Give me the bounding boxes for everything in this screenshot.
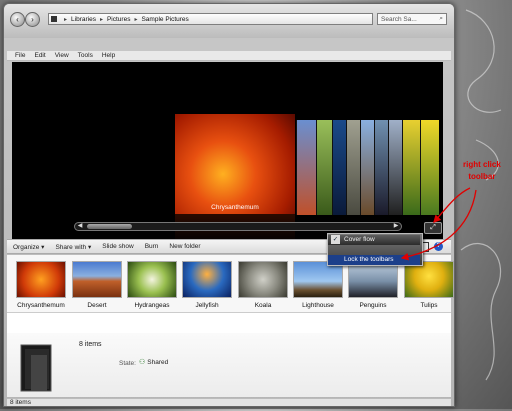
status-bar: 8 items [7, 398, 451, 406]
cover-jellyfish[interactable] [332, 120, 347, 215]
file-item[interactable]: Chrysanthemum [16, 261, 66, 309]
file-item[interactable]: Koala [238, 261, 288, 309]
state-text: Shared [147, 358, 169, 366]
search-placeholder: Search Sa... [381, 15, 417, 23]
file-name: Lighthouse [302, 302, 334, 309]
thumbnail-image [127, 261, 177, 298]
file-item[interactable]: Hydrangeas [127, 261, 177, 309]
explorer-window: ‹ › ▸ Libraries ▸ Pictures ▸ Sample Pict… [3, 3, 455, 407]
check-icon: ✓ [331, 235, 340, 244]
item-count: 8 items [79, 341, 102, 348]
menu-item-cover-flow[interactable]: ✓ Cover flow [328, 235, 420, 245]
share-with-button[interactable]: Share with ▾ [55, 243, 91, 251]
file-name: Desert [87, 302, 107, 309]
cover-tulips[interactable] [402, 120, 421, 215]
breadcrumb-chevron-icon: ▸ [64, 16, 68, 23]
annotation-line-1: right click [463, 160, 501, 169]
menu-item-blank[interactable] [328, 245, 420, 255]
breadcrumb-libraries[interactable]: Libraries [71, 16, 96, 23]
decorative-swirls [456, 0, 512, 409]
thumbnail-image [404, 261, 454, 298]
thumbnail-image [348, 261, 398, 298]
share-label: Share with [55, 243, 87, 251]
new-folder-button[interactable]: New folder [169, 243, 200, 250]
forward-button[interactable]: › [25, 12, 40, 27]
scroll-left-icon[interactable]: ◀ [76, 223, 84, 230]
file-name: Chrysanthemum [17, 302, 65, 309]
cover-flow-scrollbar[interactable]: ◀ ▶ [74, 222, 402, 231]
state-label: State: [119, 360, 136, 367]
cover-penguins[interactable] [374, 120, 389, 215]
breadcrumb-pictures[interactable]: Pictures [107, 16, 130, 23]
annotation-text: right click toolbar [463, 159, 501, 183]
file-name: Jellyfish [195, 302, 219, 309]
file-item[interactable]: Desert [72, 261, 122, 309]
file-name: Penguins [359, 302, 387, 309]
breadcrumb-chevron-icon: ▸ [99, 16, 103, 23]
file-name: Tulips [420, 302, 438, 309]
file-item[interactable]: Penguins [348, 261, 398, 309]
shared-icon: ⚇ [139, 359, 146, 366]
thumbnail-image [16, 261, 66, 298]
menu-edit[interactable]: Edit [34, 52, 45, 59]
cover-tulips-2[interactable] [420, 120, 439, 215]
file-item[interactable]: Lighthouse [293, 261, 343, 309]
cover-caption: Chrysanthemum [211, 204, 259, 211]
address-bar[interactable]: ▸ Libraries ▸ Pictures ▸ Sample Pictures [48, 13, 373, 25]
menu-item-lock-toolbars[interactable]: Lock the toolbars [328, 255, 420, 265]
menu-tools[interactable]: Tools [78, 52, 93, 59]
slide-show-button[interactable]: Slide show [102, 243, 133, 250]
annotation-line-2: toolbar [468, 172, 496, 181]
cover-koala[interactable] [346, 120, 361, 215]
cover-main-image[interactable] [175, 114, 295, 214]
burn-button[interactable]: Burn [145, 243, 159, 250]
file-name: Hydrangeas [134, 302, 170, 309]
thumbnail-image [293, 261, 343, 298]
cover-penguins-2[interactable] [388, 120, 403, 215]
menu-help[interactable]: Help [102, 52, 115, 59]
context-menu: ✓ Cover flow Lock the toolbars [327, 233, 423, 266]
breadcrumb-sample-pictures[interactable]: Sample Pictures [141, 16, 188, 23]
menu-item-label: Cover flow [344, 236, 375, 243]
cover-desert[interactable] [296, 120, 317, 215]
search-icon: ⌕ [439, 15, 443, 22]
menu-file[interactable]: File [15, 52, 25, 59]
scroll-right-icon[interactable]: ▶ [392, 223, 400, 230]
file-item[interactable]: Jellyfish [182, 261, 232, 309]
menu-bar: File Edit View Tools Help [7, 51, 451, 61]
menu-item-label: Lock the toolbars [344, 256, 394, 263]
cover-flow-preview[interactable]: Chrysanthemum ◀ ▶ ⤢ [12, 62, 443, 239]
file-item[interactable]: Tulips [404, 261, 454, 309]
file-name: Koala [254, 302, 272, 309]
title-bar: ‹ › ▸ Libraries ▸ Pictures ▸ Sample Pict… [4, 4, 454, 38]
details-pane: 8 items State: ⚇ Shared [7, 333, 451, 397]
thumbnail-image [72, 261, 122, 298]
help-icon[interactable]: ? [434, 242, 443, 251]
breadcrumb-chevron-icon: ▸ [134, 16, 138, 23]
state-value: ⚇ Shared [139, 358, 169, 367]
cover-lighthouse[interactable] [360, 120, 375, 215]
scroll-thumb[interactable] [87, 224, 132, 229]
cover-hydrangeas[interactable] [316, 120, 333, 215]
search-input[interactable]: Search Sa... ⌕ [377, 13, 447, 25]
menu-view[interactable]: View [55, 52, 69, 59]
fullscreen-icon[interactable]: ⤢ [424, 222, 442, 234]
empty-list-area[interactable] [7, 312, 451, 333]
organize-label: Organize [13, 243, 40, 251]
folder-icon [51, 16, 57, 22]
folder-icon [20, 344, 52, 392]
back-button[interactable]: ‹ [10, 12, 25, 27]
organize-button[interactable]: Organize ▾ [13, 243, 44, 251]
thumbnail-image [238, 261, 288, 298]
thumbnail-image [182, 261, 232, 298]
